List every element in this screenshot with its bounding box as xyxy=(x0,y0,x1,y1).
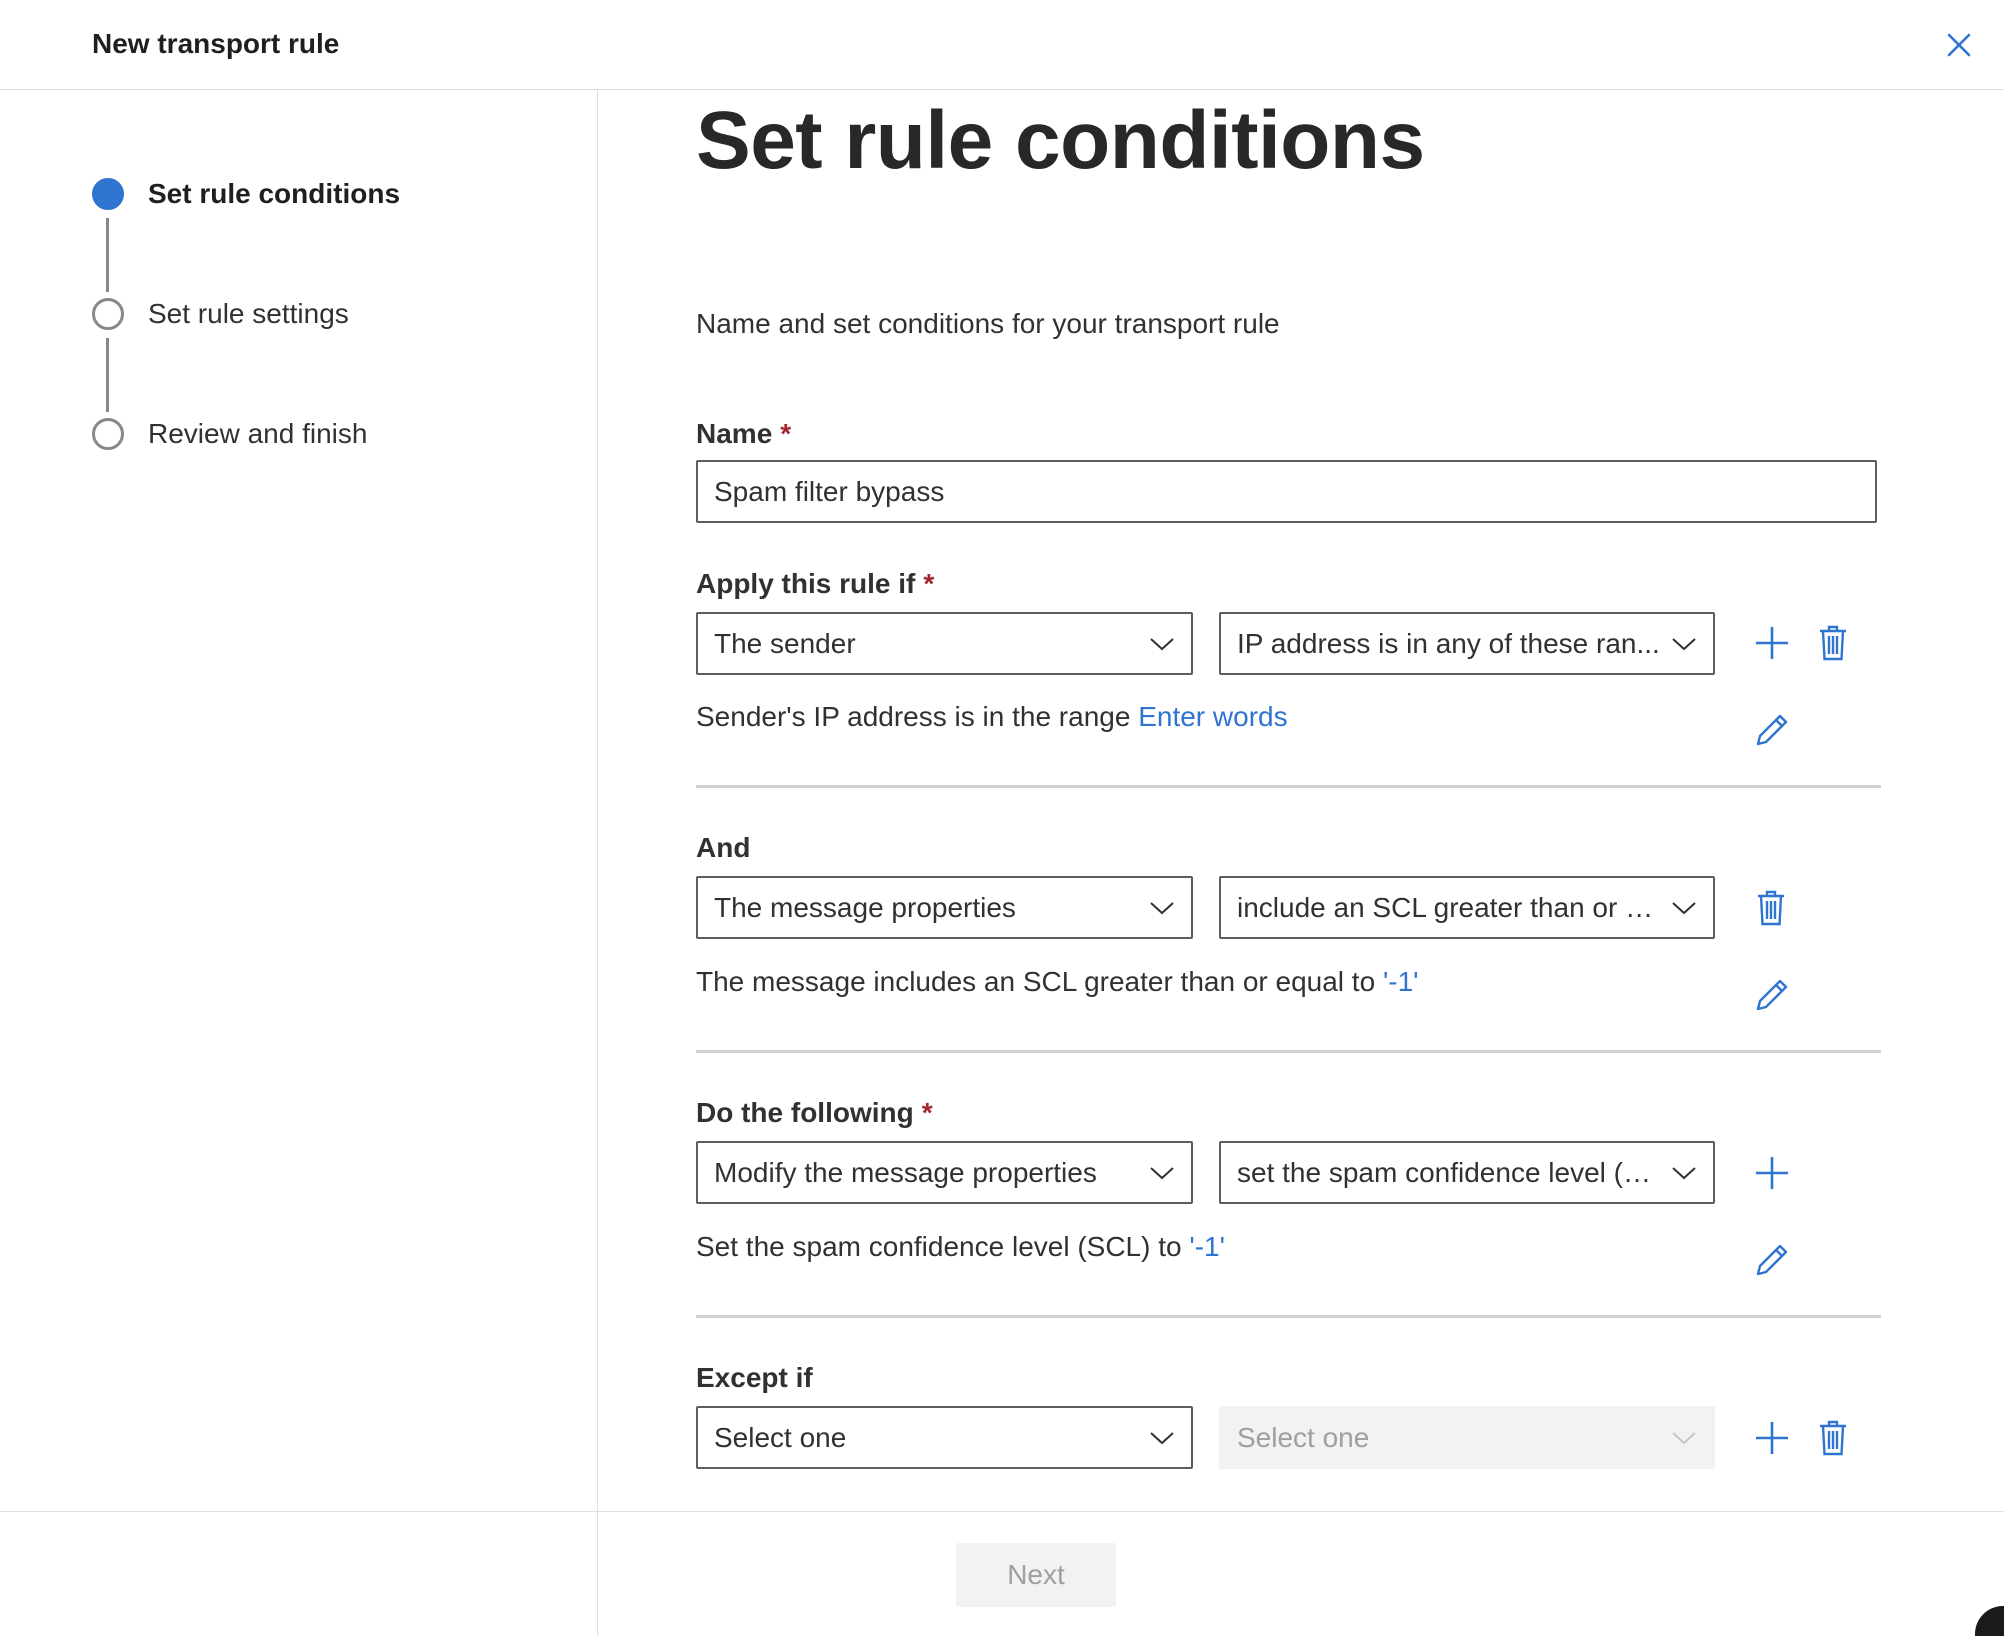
chevron-down-icon xyxy=(1672,1431,1696,1444)
add-icon xyxy=(1756,627,1788,659)
exception-condition-dropdown[interactable]: Select one xyxy=(696,1406,1193,1469)
panel-header: New transport rule xyxy=(0,0,2004,90)
apply-rule-if-label: Apply this rule if * xyxy=(696,568,935,599)
step-label: Set rule conditions xyxy=(148,178,401,209)
close-button[interactable] xyxy=(1940,26,1978,64)
apply-if-condition-dropdown[interactable]: The sender xyxy=(696,612,1193,675)
step-connector xyxy=(106,218,109,292)
edit-condition-button[interactable] xyxy=(1750,708,1794,752)
required-mark: * xyxy=(923,568,935,599)
step-indicator-icon xyxy=(92,298,124,330)
and-label: And xyxy=(696,832,751,863)
add-icon xyxy=(1756,1157,1788,1189)
step-connector xyxy=(106,338,109,412)
step-set-rule-conditions[interactable]: Set rule conditions xyxy=(92,177,400,211)
apply-if-description: Sender's IP address is in the range Ente… xyxy=(696,701,1288,732)
exception-predicate-dropdown: Select one xyxy=(1219,1406,1715,1469)
delete-exception-button[interactable] xyxy=(1811,1416,1855,1460)
panel-title: New transport rule xyxy=(92,28,340,59)
action-property-dropdown[interactable]: set the spam confidence level (S... xyxy=(1219,1141,1715,1204)
chevron-down-icon xyxy=(1150,637,1174,650)
add-exception-button[interactable] xyxy=(1750,1416,1794,1460)
except-if-label: Except if xyxy=(696,1362,813,1393)
name-input[interactable] xyxy=(696,460,1877,523)
step-label: Review and finish xyxy=(148,418,368,449)
required-mark: * xyxy=(921,1097,933,1128)
do-following-label: Do the following * xyxy=(696,1097,933,1128)
footer-left-spacer xyxy=(0,1512,598,1636)
chevron-down-icon xyxy=(1672,637,1696,650)
and-description: The message includes an SCL greater than… xyxy=(696,966,1419,997)
step-set-rule-settings[interactable]: Set rule settings xyxy=(92,297,349,331)
chevron-down-icon xyxy=(1150,1431,1174,1444)
action-description: Set the spam confidence level (SCL) to '… xyxy=(696,1231,1225,1262)
edit-icon xyxy=(1756,979,1788,1011)
step-indicator-icon xyxy=(92,418,124,450)
add-icon xyxy=(1756,1422,1788,1454)
apply-if-predicate-dropdown[interactable]: IP address is in any of these ran... xyxy=(1219,612,1715,675)
enter-words-link[interactable]: Enter words xyxy=(1138,701,1287,732)
add-condition-button[interactable] xyxy=(1750,621,1794,665)
required-mark: * xyxy=(780,418,792,449)
delete-icon xyxy=(1820,625,1846,661)
edit-condition-button[interactable] xyxy=(1750,973,1794,1017)
wizard-steps-panel: Set rule conditions Set rule settings Re… xyxy=(0,90,598,1511)
add-action-button[interactable] xyxy=(1750,1151,1794,1195)
scl-value-link[interactable]: '-1' xyxy=(1383,966,1419,997)
delete-condition-button[interactable] xyxy=(1749,886,1793,930)
panel-footer: Next xyxy=(0,1511,2004,1636)
step-indicator-icon xyxy=(92,178,124,210)
edit-action-button[interactable] xyxy=(1750,1238,1794,1282)
section-divider xyxy=(696,1050,1881,1053)
and-condition-dropdown[interactable]: The message properties xyxy=(696,876,1193,939)
step-label: Set rule settings xyxy=(148,298,349,329)
edit-icon xyxy=(1756,714,1788,746)
delete-condition-button[interactable] xyxy=(1811,621,1855,665)
close-icon xyxy=(1947,33,1971,57)
section-divider xyxy=(696,1315,1881,1318)
name-label: Name * xyxy=(696,418,792,449)
delete-icon xyxy=(1758,890,1784,926)
next-button[interactable]: Next xyxy=(956,1543,1116,1607)
and-predicate-dropdown[interactable]: include an SCL greater than or e... xyxy=(1219,876,1715,939)
chevron-down-icon xyxy=(1150,901,1174,914)
chevron-down-icon xyxy=(1672,901,1696,914)
edit-icon xyxy=(1756,1244,1788,1276)
chevron-down-icon xyxy=(1672,1166,1696,1179)
step-review-and-finish[interactable]: Review and finish xyxy=(92,417,367,451)
delete-icon xyxy=(1820,1420,1846,1456)
page-title: Set rule conditions xyxy=(696,95,1425,186)
chevron-down-icon xyxy=(1150,1166,1174,1179)
action-dropdown[interactable]: Modify the message properties xyxy=(696,1141,1193,1204)
section-divider xyxy=(696,785,1881,788)
scl-level-link[interactable]: '-1' xyxy=(1189,1231,1225,1262)
page-subtitle: Name and set conditions for your transpo… xyxy=(696,308,1280,339)
main-content: Set rule conditions Name and set conditi… xyxy=(599,90,2004,1511)
